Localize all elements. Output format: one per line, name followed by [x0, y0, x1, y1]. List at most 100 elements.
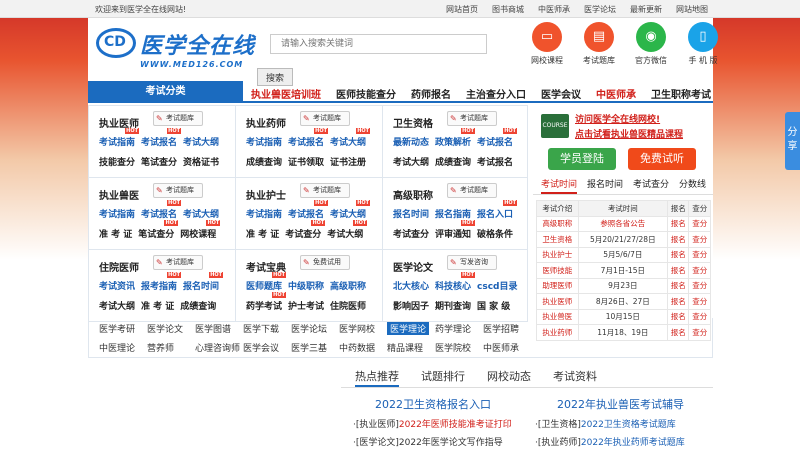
tab-score-check[interactable]: 考试查分	[633, 175, 669, 194]
exam-link[interactable]: 报考指南	[141, 272, 182, 292]
exam-link[interactable]: 报名时间	[183, 272, 224, 292]
exam-link[interactable]: 期刊查询	[435, 299, 471, 312]
exam-link[interactable]: 住院医师	[330, 299, 366, 312]
consult-button[interactable]: 写发咨询	[447, 255, 497, 270]
question-bank-button[interactable]: 考试题库	[153, 183, 203, 198]
quick-link-mobile[interactable]: ▯ 手 机 版	[682, 22, 724, 66]
quick-link-courses[interactable]: ▭ 网校课程	[526, 22, 568, 66]
nav-attending-score[interactable]: 主治查分入口	[466, 86, 526, 101]
exam-name[interactable]: 医学论文	[393, 259, 433, 274]
tab-ranking[interactable]: 试题排行	[421, 366, 465, 387]
exam-link[interactable]: 准 考 证	[99, 227, 132, 240]
exam-link[interactable]: 考试报名	[477, 155, 513, 168]
exam-name[interactable]: 住院医师	[99, 259, 139, 274]
exam-link[interactable]: 考试查分	[285, 220, 326, 240]
exam-link[interactable]: 药学考试	[246, 292, 287, 312]
exam-link[interactable]: 考试查分	[393, 227, 429, 240]
exam-link[interactable]: 考试指南	[246, 135, 282, 148]
nav-category[interactable]: 考试分类	[88, 81, 243, 103]
exam-link[interactable]: 考试报名	[477, 128, 518, 148]
list-item[interactable]: ·[医学论文]2022年医学论文写作指导	[353, 435, 512, 448]
exam-link[interactable]: 网校课程	[180, 220, 221, 240]
nav-pharmacist-reg[interactable]: 药师报名	[411, 86, 451, 101]
sub-link[interactable]: 心理咨询师	[195, 341, 243, 354]
quick-link-wechat[interactable]: ◉ 官方微信	[630, 22, 672, 66]
exam-link[interactable]: 考试指南	[99, 128, 140, 148]
exam-link[interactable]: 考试大纲	[393, 155, 429, 168]
exam-name[interactable]: 执业药师	[246, 115, 286, 130]
list-item[interactable]: ·[卫生资格]2022卫生资格考试题库	[535, 417, 685, 430]
tab-reg-time[interactable]: 报名时间	[587, 175, 623, 194]
exam-link[interactable]: 评审通知	[435, 220, 476, 240]
top-link-forum[interactable]: 医学论坛	[584, 4, 616, 15]
exam-link[interactable]: 影响因子	[393, 299, 429, 312]
exam-link[interactable]: 考试大纲	[183, 207, 219, 220]
exam-link[interactable]: 报名指南	[435, 207, 471, 220]
student-login-button[interactable]: 学员登陆	[548, 148, 616, 170]
sub-link[interactable]: 营养师	[147, 341, 195, 354]
exam-link[interactable]: 成绩查询	[435, 155, 471, 168]
exam-link[interactable]: 考试指南	[246, 207, 282, 220]
nav-skill-score[interactable]: 医师技能查分	[336, 86, 396, 101]
list-item[interactable]: ·[执业药师]2022年执业药师考试题库	[535, 435, 685, 448]
nav-tcm-apprentice[interactable]: 中医师承	[596, 86, 636, 101]
nav-title-exam[interactable]: 卫生职称考试	[651, 86, 711, 101]
tab-hot[interactable]: 热点推荐	[355, 366, 399, 387]
nav-vet-training[interactable]: 执业兽医培训班	[251, 86, 321, 101]
exam-link[interactable]: 护士考试	[288, 299, 324, 312]
news-headline[interactable]: 2022年执业兽医考试辅导	[557, 396, 685, 412]
exam-link[interactable]: 科技核心	[435, 272, 476, 292]
exam-link[interactable]: 笔试查分	[138, 220, 179, 240]
top-link-updates[interactable]: 最新更新	[630, 4, 662, 15]
news-headline[interactable]: 2022卫生资格报名入口	[375, 396, 512, 412]
exam-link[interactable]: 考试大纲	[330, 128, 371, 148]
tab-cutoff[interactable]: 分数线	[679, 175, 706, 194]
tab-exam-time[interactable]: 考试时间	[541, 175, 578, 194]
question-bank-button[interactable]: 考试题库	[153, 111, 203, 126]
exam-link[interactable]: 考试大纲	[99, 299, 135, 312]
share-button[interactable]: 分享	[785, 112, 800, 170]
exam-link[interactable]: 考试报名	[141, 200, 182, 220]
sub-link[interactable]: 医学论坛	[291, 322, 339, 335]
exam-link[interactable]: 考试大纲	[183, 135, 219, 148]
sub-link[interactable]: 中药数据	[339, 341, 387, 354]
exam-link[interactable]: 笔试查分	[141, 155, 177, 168]
question-bank-button[interactable]: 考试题库	[447, 183, 497, 198]
free-listen-button[interactable]: 免费试听	[628, 148, 696, 170]
sub-link[interactable]: 药学理论	[435, 322, 483, 335]
exam-link[interactable]: 考试大纲	[330, 200, 371, 220]
exam-link[interactable]: 政策解析	[435, 128, 476, 148]
top-link-sitemap[interactable]: 网站地图	[676, 4, 708, 15]
promo-link-trial[interactable]: 点击试看执业兽医精品课程	[575, 127, 683, 140]
exam-link[interactable]: 北大核心	[393, 279, 429, 292]
sub-link[interactable]: 中医理论	[99, 341, 147, 354]
sub-link[interactable]: 医学网校	[339, 322, 387, 335]
list-item[interactable]: ·[执业医师]2022年医师技能准考证打印	[353, 417, 512, 430]
sub-link[interactable]: 医学院校	[435, 341, 483, 354]
exam-link[interactable]: 报名时间	[393, 207, 429, 220]
exam-link[interactable]: 准 考 证	[141, 299, 174, 312]
exam-name[interactable]: 卫生资格	[393, 115, 433, 130]
site-logo[interactable]: 医学全在线 WWW.MED126.COM	[96, 26, 256, 70]
tab-school-news[interactable]: 网校动态	[487, 366, 531, 387]
nav-conference[interactable]: 医学会议	[541, 86, 581, 101]
exam-link[interactable]: 报名入口	[477, 200, 518, 220]
exam-name[interactable]: 执业兽医	[99, 187, 139, 202]
top-link-home[interactable]: 网站首页	[446, 4, 478, 15]
sub-link[interactable]: 医学会议	[243, 341, 291, 354]
exam-name[interactable]: 执业护士	[246, 187, 286, 202]
exam-link[interactable]: 考试资讯	[99, 279, 135, 292]
exam-link[interactable]: 中级职称	[288, 279, 324, 292]
exam-link[interactable]: 技能查分	[99, 155, 135, 168]
exam-link[interactable]: 考试指南	[99, 207, 135, 220]
question-bank-button[interactable]: 考试题库	[300, 111, 350, 126]
sub-link[interactable]: 中医师承	[483, 341, 531, 354]
exam-link[interactable]: 考试报名	[288, 200, 329, 220]
sub-link[interactable]: 医学考研	[99, 322, 147, 335]
exam-link[interactable]: 成绩查询	[246, 155, 282, 168]
exam-link[interactable]: cscd目录	[477, 279, 517, 292]
exam-link[interactable]: 考试报名	[141, 128, 182, 148]
exam-link[interactable]: 考试报名	[288, 128, 329, 148]
exam-link[interactable]: 成绩查询	[180, 299, 216, 312]
exam-link[interactable]: 国 家 级	[477, 299, 510, 312]
